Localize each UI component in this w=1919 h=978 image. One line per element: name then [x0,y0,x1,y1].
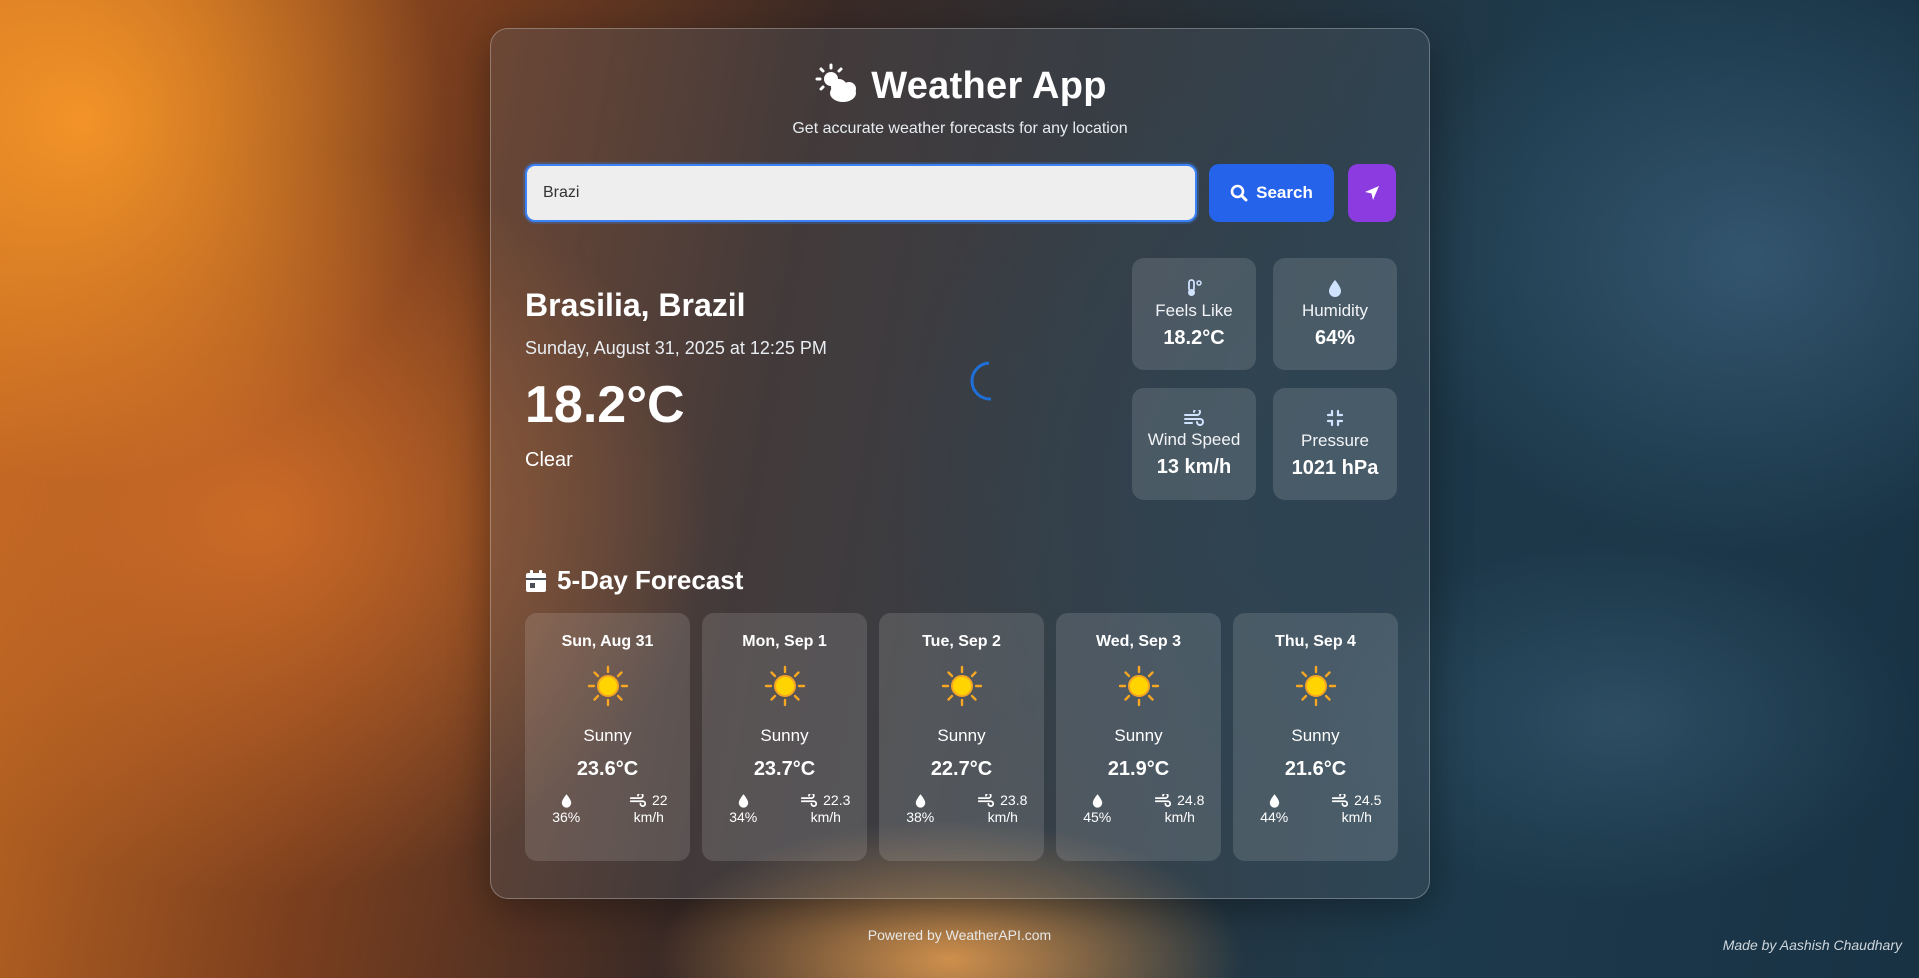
stat-label: Feels Like [1155,300,1233,320]
stat-value: 64% [1314,326,1356,349]
compress-icon [1326,409,1344,426]
stat-value: 13 km/h [1156,455,1232,478]
forecast-wind: 23.8 [1000,792,1028,808]
forecast-humidity: 36% [552,809,581,825]
forecast-day: Sun, Aug 31 Sunny 23.6°C 36% 22 km/h [525,613,690,861]
forecast-temperature: 21.6°C [1284,758,1347,780]
current-location-button[interactable] [1348,164,1396,222]
search-button[interactable]: Search [1209,164,1334,222]
forecast-wind-unit: km/h [810,809,841,825]
sun-icon [1295,665,1336,707]
forecast-temperature: 21.9°C [1107,758,1170,780]
forecast-wind: 22.3 [823,792,851,808]
wind-icon [1155,793,1172,807]
forecast-day-name: Wed, Sep 3 [1095,633,1182,650]
forecast-day: Tue, Sep 2 Sunny 22.7°C 38% 23.8 km/h [879,613,1044,861]
forecast-humidity: 45% [1083,809,1112,825]
stat-value: 18.2°C [1163,326,1225,349]
forecast-day: Wed, Sep 3 Sunny 21.9°C 45% 24.8 km/h [1056,613,1221,861]
forecast-day: Thu, Sep 4 Sunny 21.6°C 44% 24.5 km/h [1233,613,1398,861]
forecast-day-name: Mon, Sep 1 [742,633,827,650]
sun-icon [941,665,982,707]
wind-icon [801,793,818,807]
droplet-icon [738,793,748,808]
forecast-temperature: 23.6°C [576,758,639,780]
current-temperature: 18.2°C [525,376,685,434]
calendar-icon [526,569,546,592]
droplet-icon [915,793,925,808]
forecast-wind-unit: km/h [1341,809,1372,825]
forecast-humidity: 44% [1260,809,1289,825]
city-name: Brasilia, Brazil [525,287,746,323]
stat-label: Wind Speed [1147,429,1241,449]
location-arrow-icon [1365,186,1379,200]
made-by-text: Made by Aashish Chaudhary [1722,937,1902,953]
current-condition: Clear [525,449,573,471]
forecast-temperature: 22.7°C [930,758,993,780]
stat-feels-like: Feels Like 18.2°C [1132,258,1256,370]
forecast-list: Sun, Aug 31 Sunny 23.6°C 36% 22 km/h Mon… [525,613,1398,861]
forecast-condition: Sunny [1114,726,1163,745]
powered-by-text: Powered by WeatherAPI.com [867,927,1052,943]
sun-icon [587,665,628,707]
wind-icon [629,793,646,807]
stat-label: Humidity [1301,300,1369,320]
stat-label: Pressure [1300,430,1370,450]
sun-icon [764,665,805,707]
forecast-condition: Sunny [1291,726,1340,745]
forecast-condition: Sunny [583,726,632,745]
forecast-temperature: 23.7°C [753,758,816,780]
current-weather: Brasilia, Brazil Sunday, August 31, 2025… [525,287,827,472]
forecast-wind: 24.5 [1354,792,1382,808]
forecast-day: Mon, Sep 1 Sunny 23.7°C 34% 22.3 km/h [702,613,867,861]
search-bar: Search [525,164,1396,222]
cloud-sun-icon [813,63,861,110]
app-header: Weather App Get accurate weather forecas… [491,63,1429,138]
moon-icon [961,359,1003,408]
wind-icon [1332,793,1349,807]
droplet-icon [1329,279,1341,297]
forecast-condition: Sunny [937,726,986,745]
forecast-humidity: 34% [729,809,758,825]
stat-pressure: Pressure 1021 hPa [1273,388,1397,500]
forecast-wind-unit: km/h [1164,809,1195,825]
forecast-title: 5-Day Forecast [557,565,744,595]
current-datetime: Sunday, August 31, 2025 at 12:25 PM [525,338,827,358]
forecast-condition: Sunny [760,726,809,745]
thermometer-icon [1188,278,1202,296]
wind-icon [1184,409,1204,426]
forecast-humidity: 38% [906,809,935,825]
forecast-wind: 22 [651,792,668,808]
forecast-wind-unit: km/h [987,809,1018,825]
forecast-wind-unit: km/h [633,809,664,825]
search-input[interactable] [525,164,1197,222]
forecast-day-name: Tue, Sep 2 [922,633,1001,650]
droplet-icon [1092,793,1102,808]
app-title: Weather App [871,65,1107,107]
sun-icon [1118,665,1159,707]
stat-wind-speed: Wind Speed 13 km/h [1132,388,1256,500]
droplet-icon [1269,793,1279,808]
stat-humidity: Humidity 64% [1273,258,1397,370]
weather-card: Weather App Get accurate weather forecas… [490,28,1430,899]
stat-value: 1021 hPa [1291,456,1379,479]
forecast-day-name: Thu, Sep 4 [1275,633,1356,650]
droplet-icon [561,793,571,808]
forecast-wind: 24.8 [1177,792,1205,808]
search-icon [1230,184,1248,202]
wind-icon [978,793,995,807]
forecast-heading: 5-Day Forecast [525,565,743,596]
search-button-label: Search [1256,183,1313,202]
app-subtitle: Get accurate weather forecasts for any l… [792,120,1128,137]
forecast-day-name: Sun, Aug 31 [561,633,654,650]
